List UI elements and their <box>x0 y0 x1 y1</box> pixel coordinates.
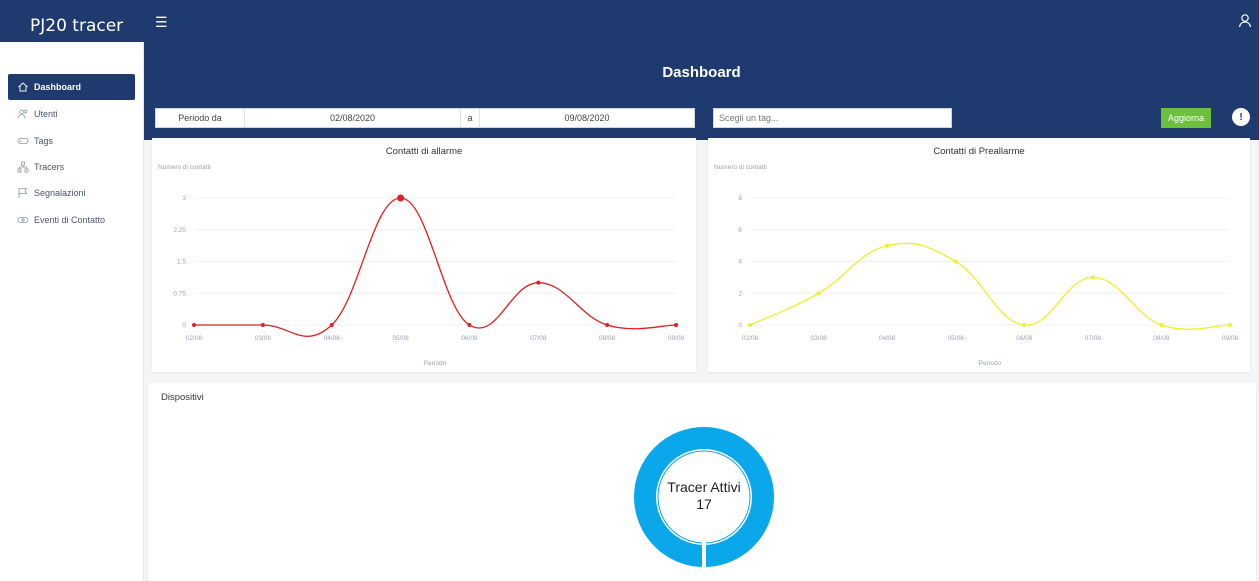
series-line <box>193 197 677 337</box>
data-point[interactable] <box>329 323 334 327</box>
prealarm-chart-card: Contatti di Preallarme Numero di contatt… <box>708 138 1250 372</box>
sidebar-item-eventi-di-contatto[interactable]: Eventi di Contatto <box>8 207 135 233</box>
devices-card: Dispositivi Tracer Attivi 17 <box>148 383 1256 581</box>
data-point[interactable] <box>467 323 472 327</box>
y-axis-label: Numero di contatti <box>714 164 767 171</box>
data-point[interactable] <box>397 194 405 202</box>
x-tick-label: 04/08 <box>879 335 896 342</box>
data-point[interactable] <box>605 323 610 327</box>
period-from-label: Periodo da <box>156 109 245 127</box>
users-icon <box>17 109 28 119</box>
sidebar-item-tags[interactable]: Tags <box>8 128 135 154</box>
series-line <box>749 242 1231 330</box>
sidebar-item-segnalazioni[interactable]: Segnalazioni <box>8 180 135 206</box>
donut-center-label: Tracer Attivi 17 <box>654 479 754 513</box>
y-tick-label: 0.75 <box>173 290 186 297</box>
sidebar: Dashboard Utenti Tags Tracers Segnalazio… <box>0 42 144 581</box>
devices-title: Dispositivi <box>161 392 204 403</box>
flag-icon <box>18 188 28 198</box>
y-tick-label: 8 <box>738 195 742 202</box>
hamburger-icon[interactable]: ☰ <box>155 15 168 29</box>
data-point[interactable] <box>674 323 678 327</box>
alarm-chart-card: Contatti di allarme Numero di contatti Pe… <box>152 138 696 372</box>
x-tick-label: 07/08 <box>1085 335 1102 342</box>
sidebar-item-dashboard[interactable]: Dashboard <box>8 74 135 100</box>
sidebar-item-label: Dashboard <box>34 82 82 92</box>
y-tick-label: 4 <box>738 259 742 266</box>
sidebar-item-label: Utenti <box>34 109 58 119</box>
prealarm-line-chart: Numero di contatti Periodo 0 2 4 6 8 02/08 03/08… <box>714 164 1239 367</box>
y-tick-label: 0 <box>738 322 742 329</box>
x-tick-label: 09/08 <box>668 335 685 342</box>
page-title: Dashboard <box>662 64 741 81</box>
info-icon[interactable]: ! <box>1232 108 1250 126</box>
update-button[interactable]: Aggiorna <box>1161 108 1211 128</box>
x-tick-label: 07/08 <box>530 335 547 342</box>
data-point[interactable] <box>536 280 541 285</box>
data-point[interactable] <box>192 323 196 327</box>
x-axis-label: Periodo <box>979 360 1002 367</box>
sidebar-item-tracers[interactable]: Tracers <box>8 154 135 180</box>
x-tick-label: 08/08 <box>599 335 616 342</box>
x-tick-label: 04/08 <box>324 335 341 342</box>
y-tick-label: 2 <box>738 290 742 297</box>
user-icon[interactable] <box>1237 13 1253 29</box>
data-point[interactable] <box>1090 275 1095 280</box>
x-tick-label: 06/08 <box>1016 335 1033 342</box>
home-icon <box>18 82 28 92</box>
y-axis-label: Numero di contatti <box>158 164 211 171</box>
sidebar-item-label: Segnalazioni <box>34 188 86 198</box>
tag-select-input[interactable] <box>713 108 952 128</box>
x-tick-label: 09/08 <box>1222 335 1239 342</box>
x-tick-label: 08/08 <box>1153 335 1170 342</box>
data-point[interactable] <box>1228 323 1232 327</box>
brand-logo[interactable]: PJ20 tracer <box>8 8 144 42</box>
top-bar: PJ20 tracer ☰ <box>0 0 1259 42</box>
y-tick-label: 6 <box>738 227 742 234</box>
data-point[interactable] <box>1159 323 1164 327</box>
data-point[interactable] <box>748 323 752 327</box>
x-tick-label: 03/08 <box>810 335 827 342</box>
period-to-label: a <box>461 109 480 127</box>
sidebar-item-utenti[interactable]: Utenti <box>8 101 135 127</box>
x-axis-label: Periodo <box>424 360 447 367</box>
data-point[interactable] <box>885 243 890 248</box>
x-tick-label: 05/08 <box>948 335 965 342</box>
y-tick-label: 3 <box>182 195 186 202</box>
data-point[interactable] <box>260 323 265 327</box>
period-filter: Periodo da 02/08/2020 a 09/08/2020 <box>155 108 695 128</box>
data-point[interactable] <box>816 291 821 296</box>
y-tick-label: 1.5 <box>177 259 186 266</box>
alarm-line-chart: Numero di contatti Periodo 0 0.75 1.5 2.25 3 02… <box>158 164 685 367</box>
active-tracer-count: 17 <box>696 496 712 512</box>
date-to-field[interactable]: 09/08/2020 <box>480 109 694 127</box>
contact-icon <box>17 217 29 223</box>
x-tick-label: 02/08 <box>742 335 759 342</box>
x-tick-label: 06/08 <box>461 335 478 342</box>
data-point[interactable] <box>1022 323 1027 327</box>
sidebar-item-label: Tracers <box>34 162 65 172</box>
sidebar-item-label: Tags <box>34 136 54 146</box>
y-tick-label: 2.25 <box>173 227 186 234</box>
y-tick-label: 0 <box>182 322 186 329</box>
network-icon <box>17 161 29 173</box>
x-tick-label: 02/08 <box>186 335 203 342</box>
tag-icon <box>17 138 29 144</box>
donut-label-text: Tracer Attivi <box>667 479 741 495</box>
date-from-field[interactable]: 02/08/2020 <box>245 109 461 127</box>
data-point[interactable] <box>953 259 958 264</box>
x-tick-label: 03/08 <box>255 335 272 342</box>
donut-gap <box>702 539 706 569</box>
x-tick-label: 05/08 <box>392 335 409 342</box>
sidebar-item-label: Eventi di Contatto <box>34 215 106 225</box>
